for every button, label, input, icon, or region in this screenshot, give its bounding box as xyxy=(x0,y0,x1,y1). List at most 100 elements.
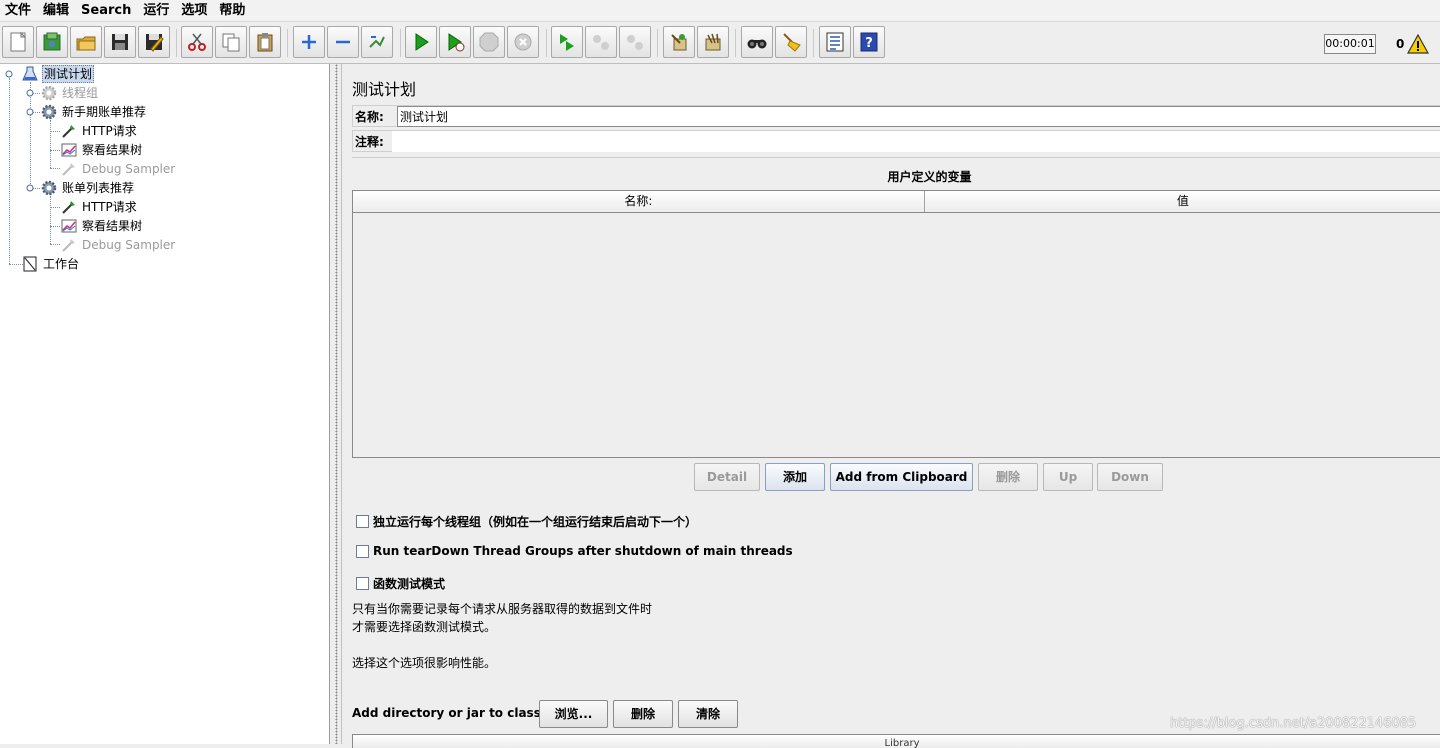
column-value[interactable]: 值 xyxy=(924,191,1440,212)
expander-thread-group-1[interactable] xyxy=(26,89,34,97)
tree-node-results-tree-2[interactable]: 察看结果树 xyxy=(60,217,143,235)
collapse-icon xyxy=(336,40,350,44)
open-button[interactable] xyxy=(70,26,102,58)
down-button[interactable]: Down xyxy=(1097,463,1163,491)
tree-node-http-request-2[interactable]: HTTP请求 xyxy=(60,198,138,216)
serialize-checkbox[interactable] xyxy=(356,515,369,528)
stop-icon xyxy=(479,32,499,52)
copy-icon xyxy=(222,33,240,52)
name-input[interactable] xyxy=(397,106,1440,127)
expand-button[interactable] xyxy=(293,26,325,58)
tree-node-label: 察看结果树 xyxy=(82,219,143,233)
thread-group-icon xyxy=(40,84,58,102)
reset-search-button[interactable] xyxy=(775,26,807,58)
menu-run[interactable]: 运行 xyxy=(137,0,175,22)
teardown-checkbox[interactable] xyxy=(356,544,369,558)
svg-text:?: ? xyxy=(865,36,873,51)
up-button[interactable]: Up xyxy=(1043,463,1093,491)
tree-node-test-plan[interactable]: 测试计划 xyxy=(21,65,95,83)
start-no-timers-button[interactable] xyxy=(439,26,471,58)
functional-mode-label: 函数测试模式 xyxy=(373,577,446,591)
variables-table[interactable]: 名称: 值 xyxy=(352,190,1440,458)
remote-start-button[interactable] xyxy=(551,26,583,58)
test-plan-editor: 测试计划 名称: 注释: 用户定义的变量 名称: 值 Detail 添加 Add… xyxy=(342,64,1440,748)
menu-file[interactable]: 文件 xyxy=(0,0,37,22)
tree-node-thread-group-new-bill[interactable]: 新手期账单推荐 xyxy=(40,103,147,121)
functional-mode-checkbox[interactable] xyxy=(356,577,369,590)
tree-node-thread-group[interactable]: 线程组 xyxy=(40,84,99,102)
menu-edit[interactable]: 编辑 xyxy=(37,0,75,22)
tree-node-label: 察看结果树 xyxy=(82,143,143,157)
table-header: 名称: 值 xyxy=(353,191,1440,213)
start-button[interactable] xyxy=(405,26,437,58)
paste-icon xyxy=(257,33,273,52)
save-icon xyxy=(112,34,128,50)
tree-node-http-request-1[interactable]: HTTP请求 xyxy=(60,122,138,140)
functional-mode-option[interactable]: 函数测试模式 xyxy=(356,575,445,592)
delete-button[interactable]: 删除 xyxy=(978,463,1038,491)
tree-node-results-tree-1[interactable]: 察看结果树 xyxy=(60,141,143,159)
expand-icon xyxy=(302,35,316,49)
menu-help[interactable]: 帮助 xyxy=(213,0,251,22)
collapse-button[interactable] xyxy=(327,26,359,58)
classpath-clear-button[interactable]: 清除 xyxy=(678,700,738,728)
watermark: https://blog.csdn.net/a200822146085 xyxy=(1170,716,1417,731)
tree-node-debug-sampler-1[interactable]: Debug Sampler xyxy=(60,160,176,178)
thread-group-icon xyxy=(40,103,58,121)
templates-icon xyxy=(43,32,61,51)
tree-node-label: Debug Sampler xyxy=(82,238,176,252)
tree-node-label: HTTP请求 xyxy=(82,124,137,138)
menu-bar: 文件 编辑 Search 运行 选项 帮助 xyxy=(0,0,1440,22)
comment-input[interactable] xyxy=(392,131,1440,152)
expander-test-plan[interactable] xyxy=(5,70,13,78)
panel-splitter[interactable] xyxy=(331,64,342,744)
functional-help-line-3: 选择这个选项很影响性能。 xyxy=(352,656,497,670)
menu-options[interactable]: 选项 xyxy=(175,0,213,22)
column-name[interactable]: 名称: xyxy=(353,191,925,212)
serialize-option[interactable]: 独立运行每个线程组（例如在一个组运行结束后启动下一个） xyxy=(356,513,697,530)
functional-help-line-2: 才需要选择函数测试模式。 xyxy=(352,620,497,634)
clear-icon xyxy=(671,34,687,51)
menu-search[interactable]: Search xyxy=(75,0,137,22)
tree-node-thread-group-bill-list[interactable]: 账单列表推荐 xyxy=(40,179,135,197)
remote-stop-button[interactable] xyxy=(585,26,617,58)
function-helper-button[interactable] xyxy=(819,26,851,58)
templates-button[interactable] xyxy=(36,26,68,58)
tree-node-workbench[interactable]: 工作台 xyxy=(21,255,80,273)
paste-button[interactable] xyxy=(249,26,281,58)
tree-node-label: 工作台 xyxy=(43,257,80,271)
new-button[interactable] xyxy=(2,26,34,58)
tree-node-label: 新手期账单推荐 xyxy=(62,105,147,119)
toggle-button[interactable] xyxy=(361,26,393,58)
copy-button[interactable] xyxy=(215,26,247,58)
browse-button[interactable]: 浏览... xyxy=(539,700,608,728)
function-helper-icon xyxy=(826,32,844,52)
shutdown-button[interactable] xyxy=(507,26,539,58)
add-from-clipboard-button[interactable]: Add from Clipboard xyxy=(830,463,973,491)
teardown-label: Run tearDown Thread Groups after shutdow… xyxy=(373,544,793,558)
tree-node-debug-sampler-2[interactable]: Debug Sampler xyxy=(60,236,176,254)
stop-button[interactable] xyxy=(473,26,505,58)
teardown-option[interactable]: Run tearDown Thread Groups after shutdow… xyxy=(356,544,793,558)
shutdown-icon xyxy=(514,33,532,51)
search-button[interactable] xyxy=(741,26,773,58)
save-as-button[interactable] xyxy=(138,26,170,58)
splitter-grip[interactable] xyxy=(335,64,338,744)
help-button[interactable]: ? xyxy=(853,26,885,58)
test-plan-icon xyxy=(21,65,39,83)
clear-all-button[interactable] xyxy=(697,26,729,58)
start-no-timers-icon xyxy=(448,33,465,52)
expander-thread-group-3[interactable] xyxy=(26,184,34,192)
cut-button[interactable] xyxy=(181,26,213,58)
add-button[interactable]: 添加 xyxy=(765,463,825,491)
results-tree-icon xyxy=(60,141,78,159)
detail-button[interactable]: Detail xyxy=(694,463,760,491)
classpath-delete-button[interactable]: 删除 xyxy=(613,700,673,728)
save-as-icon xyxy=(146,34,164,52)
remote-shutdown-button[interactable] xyxy=(619,26,651,58)
expander-thread-group-2[interactable] xyxy=(26,108,34,116)
remote-stop-icon xyxy=(593,35,609,50)
clear-button[interactable] xyxy=(663,26,695,58)
save-button[interactable] xyxy=(104,26,136,58)
warning-icon[interactable] xyxy=(1407,34,1429,54)
